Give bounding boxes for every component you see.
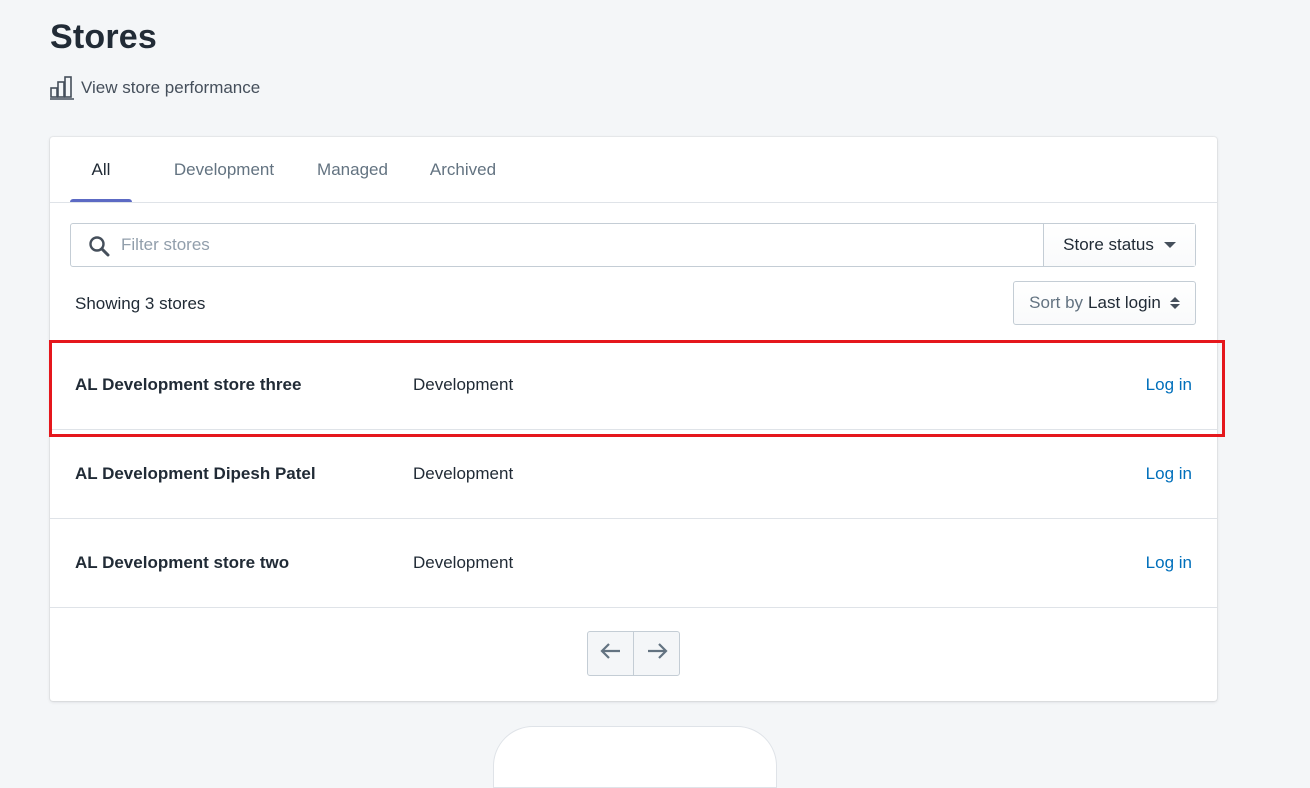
- tab-managed[interactable]: Managed: [306, 137, 399, 202]
- store-type: Development: [413, 375, 514, 394]
- store-row: AL Development Dipesh Patel Development …: [50, 430, 1217, 519]
- store-type: Development: [413, 553, 514, 572]
- sort-value: Last login: [1088, 293, 1161, 312]
- page-title: Stores: [50, 18, 158, 56]
- stores-card: All Development Managed Archived Store s…: [50, 137, 1217, 701]
- store-tabs: All Development Managed Archived: [50, 137, 1217, 203]
- store-status-label: Store status: [1063, 235, 1154, 254]
- bar-chart-icon: [50, 76, 75, 100]
- tab-archived[interactable]: Archived: [419, 137, 507, 202]
- sort-prefix: Sort by: [1029, 293, 1084, 312]
- arrow-right-icon: [646, 643, 668, 664]
- login-link[interactable]: Log in: [1146, 464, 1192, 484]
- tab-development[interactable]: Development: [162, 137, 286, 202]
- pagination: [587, 631, 680, 676]
- sort-arrows-icon: [1169, 297, 1180, 309]
- store-list: AL Development store three Development L…: [50, 340, 1217, 608]
- filter-stores-input[interactable]: [71, 223, 1043, 267]
- store-name: AL Development store three: [75, 375, 302, 394]
- bottom-partial-element: [493, 726, 777, 788]
- caret-down-icon: [1163, 242, 1176, 248]
- store-status-dropdown[interactable]: Store status: [1043, 224, 1195, 266]
- arrow-left-icon: [599, 643, 622, 664]
- filter-bar: Store status: [70, 223, 1196, 267]
- previous-page-button[interactable]: [588, 632, 633, 675]
- store-name: AL Development Dipesh Patel: [75, 464, 316, 483]
- view-store-performance-label: View store performance: [81, 78, 261, 97]
- login-link[interactable]: Log in: [1146, 553, 1192, 573]
- store-type: Development: [413, 464, 514, 483]
- store-row: AL Development store two Development Log…: [50, 519, 1217, 608]
- sort-select[interactable]: Sort by Last login: [1013, 281, 1196, 325]
- view-store-performance-link[interactable]: View store performance: [50, 76, 260, 100]
- filter-input-wrap: [71, 223, 1043, 267]
- store-name: AL Development store two: [75, 553, 290, 572]
- login-link[interactable]: Log in: [1146, 375, 1192, 395]
- store-row: AL Development store three Development L…: [50, 341, 1217, 430]
- tab-all[interactable]: All: [70, 137, 132, 202]
- store-count: Showing 3 stores: [75, 294, 206, 313]
- next-page-button[interactable]: [633, 632, 679, 675]
- active-tab-indicator: [70, 199, 132, 202]
